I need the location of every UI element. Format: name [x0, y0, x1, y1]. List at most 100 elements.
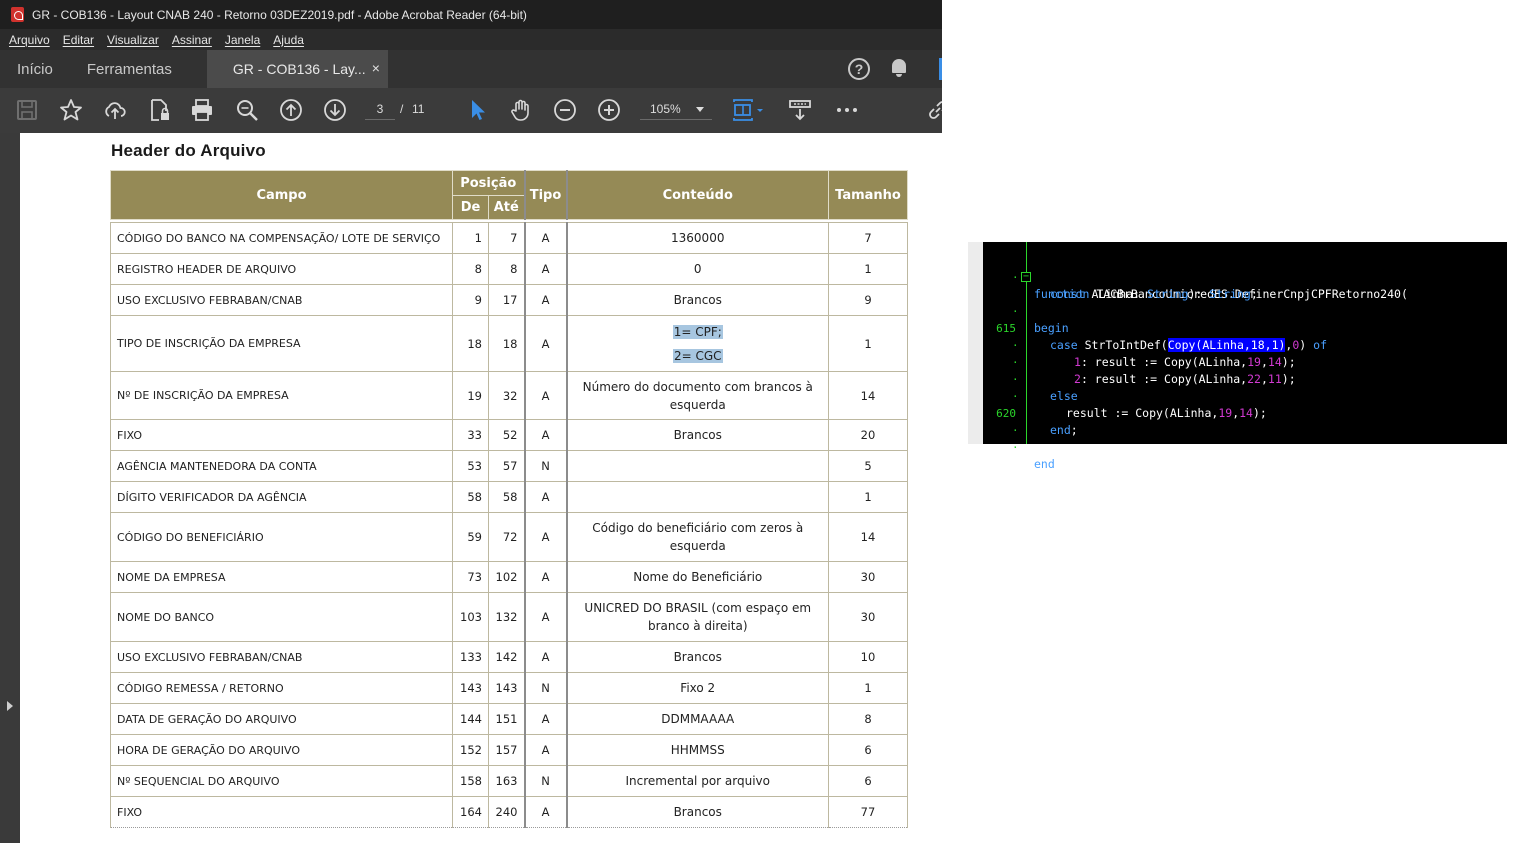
help-icon[interactable]: ?: [848, 58, 870, 80]
menu-janela[interactable]: Janela: [225, 33, 260, 47]
save-icon[interactable]: [15, 98, 39, 122]
cell-tipo: A: [523, 284, 568, 316]
table-row: NOME DA EMPRESA 73 102 A Nome do Benefic…: [110, 561, 908, 593]
cell-campo: CÓDIGO REMESSA / RETORNO: [110, 672, 453, 704]
select-cursor-icon[interactable]: [465, 98, 489, 122]
cell-tamanho: 77: [828, 796, 908, 828]
cell-tamanho: 1: [828, 315, 908, 372]
upload-cloud-icon[interactable]: [103, 98, 127, 122]
tab-document[interactable]: GR - COB136 - Lay... ×: [206, 50, 388, 88]
cell-tipo: A: [523, 315, 568, 372]
code-line: · 1: result := Copy(ALinha,19,14);: [983, 320, 1507, 369]
pdf-page: Header do Arquivo Campo Posição Tipo Con…: [20, 133, 942, 843]
more-options-icon[interactable]: [835, 98, 859, 122]
code-line: · begin: [983, 286, 1507, 335]
cell-ate: 8: [488, 253, 525, 285]
table-row: CÓDIGO REMESSA / RETORNO 143 143 N Fixo …: [110, 672, 908, 704]
cell-tipo: A: [523, 734, 568, 766]
cell-conteudo: Nome do Beneficiário: [566, 561, 829, 593]
cell-campo: TIPO DE INSCRIÇÃO DA EMPRESA: [110, 315, 453, 372]
cell-de: 164: [452, 796, 489, 828]
tab-home[interactable]: Início: [0, 50, 70, 88]
cell-conteudo: UNICRED DO BRASIL (com espaço em branco …: [566, 592, 829, 642]
cell-tipo: N: [523, 765, 568, 797]
menu-ajuda[interactable]: Ajuda: [273, 33, 304, 47]
code-line: ·: [983, 405, 1507, 437]
code-gutter-margin: [968, 242, 983, 444]
link-icon[interactable]: [926, 98, 942, 122]
cell-campo: NOME DA EMPRESA: [110, 561, 453, 593]
layout-table: Campo Posição Tipo Conteúdo Tamanho De A…: [110, 170, 908, 828]
cell-conteudo: DDMMAAAA: [566, 703, 829, 735]
close-tab-icon[interactable]: ×: [372, 60, 380, 76]
cell-tamanho: 6: [828, 734, 908, 766]
cell-ate: 57: [488, 450, 525, 482]
acrobat-window: GR - COB136 - Layout CNAB 240 - Retorno …: [0, 0, 942, 843]
cell-conteudo-line: esquerda: [669, 539, 726, 553]
col-header-posicao: Posição: [452, 170, 525, 196]
cell-de: 73: [452, 561, 489, 593]
account-edge[interactable]: [939, 58, 942, 80]
cell-de: 9: [452, 284, 489, 316]
table-row: AGÊNCIA MANTENEDORA DA CONTA 53 57 N 5: [110, 450, 908, 482]
cell-campo: FIXO: [110, 796, 453, 828]
next-page-icon[interactable]: [323, 98, 347, 122]
table-row: FIXO 33 52 A Brancos 20: [110, 419, 908, 451]
cell-conteudo-line: esquerda: [669, 397, 726, 412]
cell-tipo: N: [523, 672, 568, 704]
table-row: Nº SEQUENCIAL DO ARQUIVO 158 163 N Incre…: [110, 765, 908, 797]
page-layout-icon[interactable]: [731, 98, 767, 122]
table-row: FIXO 164 240 A Brancos 77: [110, 796, 908, 828]
cell-campo: AGÊNCIA MANTENEDORA DA CONTA: [110, 450, 453, 482]
scroll-mode-icon[interactable]: [788, 98, 812, 122]
menu-assinar[interactable]: Assinar: [172, 33, 212, 47]
cell-de: 18: [452, 315, 489, 372]
cell-tipo: A: [523, 592, 568, 642]
protect-file-icon[interactable]: [147, 98, 171, 122]
code-line: · 2: result := Copy(ALinha,22,11);: [983, 337, 1507, 386]
cell-de: 133: [452, 641, 489, 673]
cell-campo: NOME DO BANCO: [110, 592, 453, 642]
cell-campo: CÓDIGO DO BENEFICIÁRIO: [110, 512, 453, 562]
cell-ate: 17: [488, 284, 525, 316]
bookmark-star-icon[interactable]: [59, 98, 83, 122]
title-bar: GR - COB136 - Layout CNAB 240 - Retorno …: [0, 0, 942, 29]
cell-tamanho: 1: [828, 481, 908, 513]
search-icon[interactable]: [235, 98, 259, 122]
hand-tool-icon[interactable]: [509, 98, 533, 122]
menu-visualizar[interactable]: Visualizar: [107, 33, 159, 47]
menu-editar[interactable]: Editar: [63, 33, 94, 47]
cell-campo: Nº SEQUENCIAL DO ARQUIVO: [110, 765, 453, 797]
cell-campo: DÍGITO VERIFICADOR DA AGÊNCIA: [110, 481, 453, 513]
cell-tipo: A: [523, 641, 568, 673]
table-row: TIPO DE INSCRIÇÃO DA EMPRESA 18 18 A 1= …: [110, 315, 908, 372]
code-text: ;: [1054, 457, 1062, 471]
col-header-conteudo: Conteúdo: [566, 170, 829, 220]
cell-de: 19: [452, 371, 489, 420]
table-row: DATA DE GERAÇÃO DO ARQUIVO 144 151 A DDM…: [110, 703, 908, 735]
expand-panel-icon[interactable]: [7, 701, 13, 711]
menu-arquivo[interactable]: Arquivo: [9, 33, 50, 47]
code-line: · result := Copy(ALinha,19,14);: [983, 371, 1507, 420]
cell-ate: 143: [488, 672, 525, 704]
zoom-select[interactable]: 105%: [640, 98, 712, 120]
cell-campo: USO EXCLUSIVO FEBRABAN/CNAB: [110, 284, 453, 316]
cell-conteudo: Fixo 2: [566, 672, 829, 704]
selected-text[interactable]: 2= CGC: [672, 348, 723, 363]
zoom-out-icon[interactable]: [553, 98, 577, 122]
table-row: DÍGITO VERIFICADOR DA AGÊNCIA 58 58 A 1: [110, 481, 908, 513]
col-header-ate: Até: [488, 195, 525, 220]
selected-text[interactable]: 1= CPF;: [672, 324, 723, 339]
print-icon[interactable]: [190, 98, 214, 122]
previous-page-icon[interactable]: [279, 98, 303, 122]
cell-tamanho: 1: [828, 672, 908, 704]
cell-de: 1: [452, 222, 489, 254]
bell-icon[interactable]: [890, 58, 908, 78]
tab-tools[interactable]: Ferramentas: [70, 50, 189, 88]
tab-document-label: GR - COB136 - Lay...: [232, 61, 366, 77]
code-line: 620 end;: [983, 388, 1507, 437]
zoom-in-icon[interactable]: [597, 98, 621, 122]
cell-conteudo: 1= CPF; 2= CGC: [566, 315, 829, 372]
cell-tamanho: 30: [828, 592, 908, 642]
page-number-input[interactable]: 3: [365, 98, 395, 120]
